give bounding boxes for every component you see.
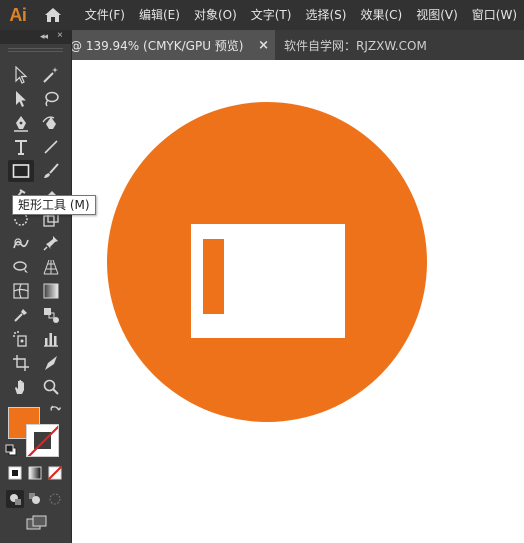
draw-behind-icon[interactable] [26, 490, 44, 508]
puppet-warp-icon[interactable] [38, 232, 64, 254]
toolbox-header: ◂◂ × [0, 30, 71, 44]
stroke-color-swatch[interactable] [26, 424, 59, 457]
artboard-icon[interactable] [8, 352, 34, 374]
tool-tooltip: 矩形工具 (M) [12, 195, 96, 215]
hand-icon[interactable] [8, 376, 34, 398]
type-icon[interactable] [8, 136, 34, 158]
paintbrush-icon[interactable] [38, 160, 64, 182]
tab-title: @ 139.94% (CMYK/GPU 预览) [70, 38, 244, 53]
gradient-mode-icon[interactable] [26, 464, 44, 482]
magic-wand-icon[interactable] [38, 64, 64, 86]
close-icon[interactable]: × [258, 38, 269, 53]
menu-type[interactable]: 文字(T) [244, 0, 299, 30]
menu-edit[interactable]: 编辑(E) [132, 0, 187, 30]
menu-object[interactable]: 对象(O) [187, 0, 244, 30]
selection-tool-icon[interactable] [8, 64, 34, 86]
tab-active-document[interactable]: @ 139.94% (CMYK/GPU 预览) × [60, 30, 275, 60]
collapse-icon[interactable]: ◂◂ [40, 31, 48, 42]
eyedropper-icon[interactable] [8, 304, 34, 326]
shape-builder-icon[interactable] [8, 256, 34, 278]
gradient-icon[interactable] [38, 280, 64, 302]
tab-inactive-document[interactable]: 软件自学网：RJZXW.COM [284, 30, 427, 60]
menu-effect[interactable]: 效果(C) [353, 0, 409, 30]
blend-icon[interactable] [38, 304, 64, 326]
menu-window[interactable]: 窗口(W) [465, 0, 524, 30]
app-logo: Ai [9, 4, 27, 25]
orange-bar [203, 239, 224, 314]
perspective-grid-icon[interactable] [38, 256, 64, 278]
rectangle-tool-icon[interactable] [8, 160, 34, 182]
document-tab-bar: @ 139.94% (CMYK/GPU 预览) × 软件自学网：RJZXW.CO… [0, 30, 524, 60]
artboard-canvas[interactable] [72, 60, 524, 543]
direct-selection-icon[interactable] [8, 88, 34, 110]
zoom-icon[interactable] [38, 376, 64, 398]
illustrator-window: Ai 文件(F) 编辑(E) 对象(O) 文字(T) 选择(S) 效果(C) 视… [0, 0, 524, 543]
home-icon[interactable] [36, 0, 70, 30]
close-icon[interactable]: × [57, 30, 63, 41]
column-graph-icon[interactable] [38, 328, 64, 350]
toolbox-grip[interactable] [8, 48, 63, 52]
draw-inside-icon[interactable] [46, 490, 64, 508]
default-colors-icon[interactable] [4, 443, 18, 457]
artwork [107, 102, 427, 422]
menu-file[interactable]: 文件(F) [78, 0, 132, 30]
slice-icon[interactable] [38, 352, 64, 374]
none-slash-icon [27, 425, 58, 456]
menu-view[interactable]: 视图(V) [409, 0, 465, 30]
warp-icon[interactable] [8, 232, 34, 254]
line-segment-icon[interactable] [38, 136, 64, 158]
pen-icon[interactable] [8, 112, 34, 134]
curvature-icon[interactable] [38, 112, 64, 134]
menu-bar: Ai 文件(F) 编辑(E) 对象(O) 文字(T) 选择(S) 效果(C) 视… [0, 0, 524, 30]
menu-select[interactable]: 选择(S) [298, 0, 353, 30]
lasso-icon[interactable] [38, 88, 64, 110]
screen-mode-icon[interactable] [24, 513, 50, 533]
symbol-sprayer-icon[interactable] [8, 328, 34, 350]
swap-fill-stroke-icon[interactable] [46, 402, 64, 420]
none-mode-icon[interactable] [46, 464, 64, 482]
draw-normal-icon[interactable] [6, 490, 24, 508]
mesh-icon[interactable] [8, 280, 34, 302]
color-mode-icon[interactable] [6, 464, 24, 482]
